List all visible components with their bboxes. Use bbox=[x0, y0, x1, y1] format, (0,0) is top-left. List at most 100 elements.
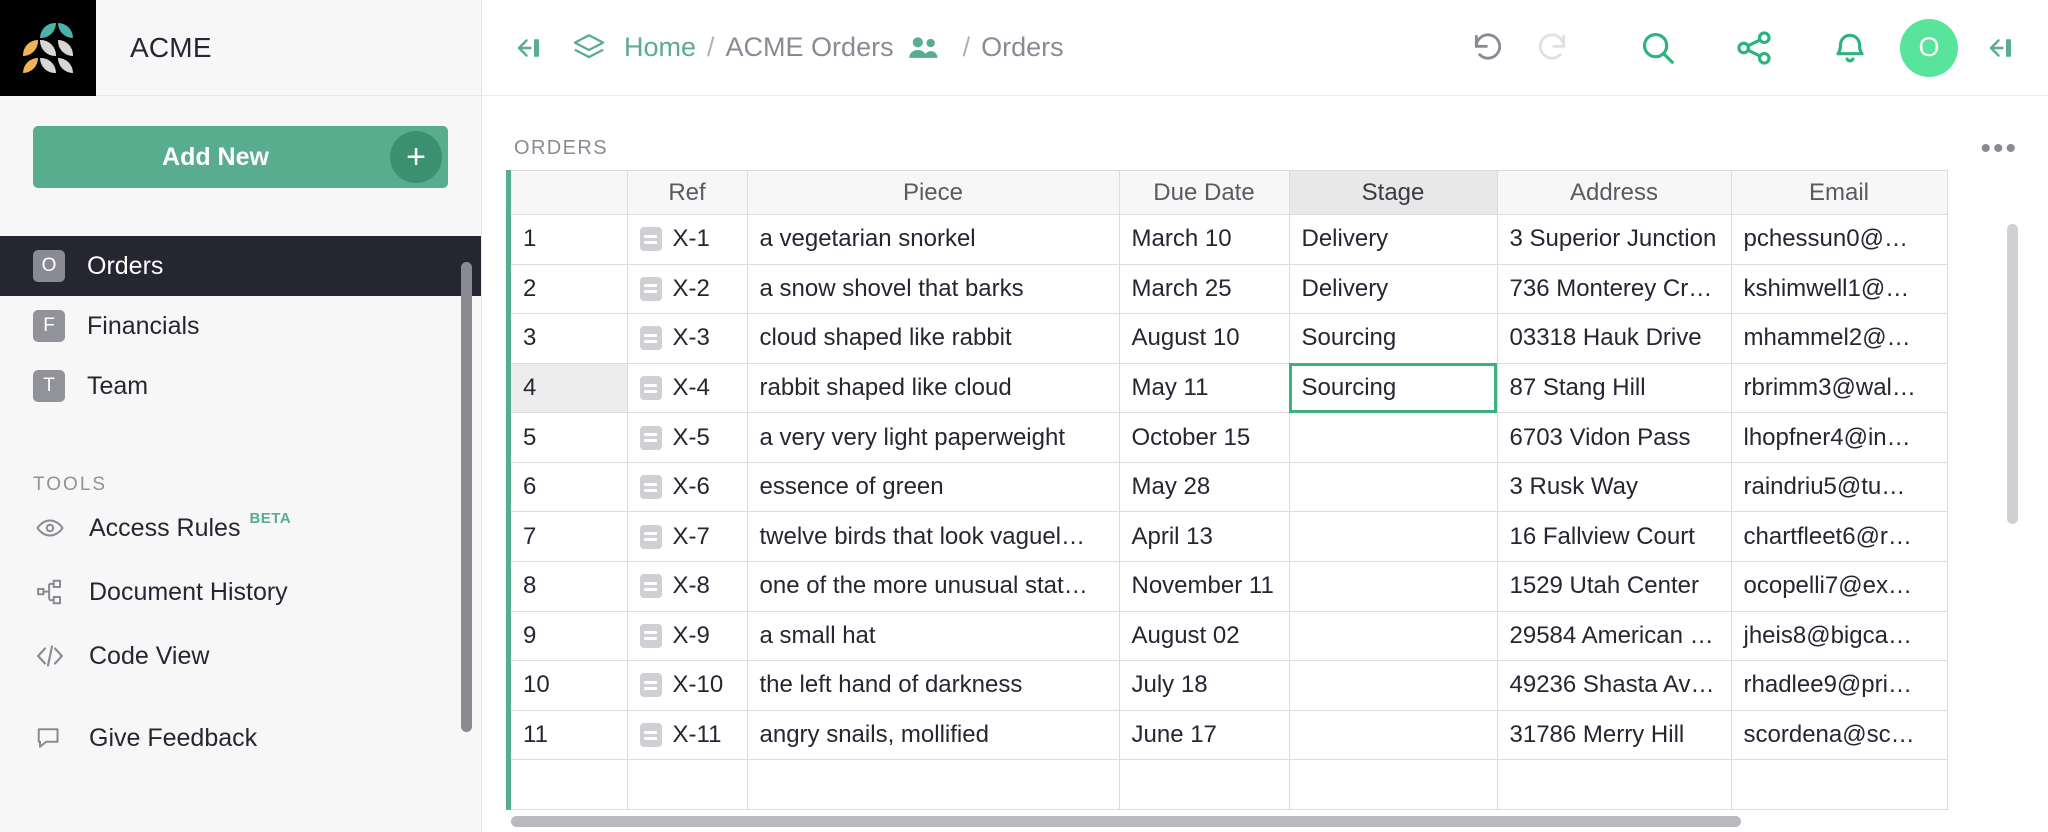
ellipsis-icon[interactable]: ••• bbox=[1980, 138, 2018, 159]
cell-stage[interactable]: Delivery bbox=[1289, 264, 1497, 314]
cell-due-date[interactable]: October 15 bbox=[1119, 413, 1289, 463]
cell-email[interactable] bbox=[1731, 760, 1947, 810]
cell-ref[interactable]: X-2 bbox=[627, 264, 747, 314]
search-button[interactable] bbox=[1626, 16, 1690, 80]
row-number[interactable]: 4 bbox=[511, 363, 627, 413]
people-icon[interactable] bbox=[908, 35, 940, 61]
cell-ref[interactable]: X-1 bbox=[627, 215, 747, 265]
cell-stage[interactable]: Delivery bbox=[1289, 215, 1497, 265]
cell-piece[interactable]: a vegetarian snorkel bbox=[747, 215, 1119, 265]
cell-address[interactable]: 3 Rusk Way bbox=[1497, 462, 1731, 512]
sidebar-item-document-history[interactable]: Document History bbox=[0, 560, 481, 624]
table-row[interactable]: 2 X-2 a snow shovel that barks March 25 … bbox=[511, 264, 1947, 314]
grid-scroller[interactable]: Ref Piece Due Date Stage Address Email 1 bbox=[506, 170, 2024, 810]
cell-address[interactable] bbox=[1497, 760, 1731, 810]
cell-ref[interactable]: X-9 bbox=[627, 611, 747, 661]
cell-due-date[interactable]: June 17 bbox=[1119, 710, 1289, 760]
cell-due-date[interactable]: November 11 bbox=[1119, 562, 1289, 612]
cell-email[interactable]: ocopelli7@ex… bbox=[1731, 562, 1947, 612]
notifications-button[interactable] bbox=[1818, 16, 1882, 80]
breadcrumb-workspace[interactable]: ACME Orders bbox=[726, 32, 894, 63]
row-number[interactable]: 11 bbox=[511, 710, 627, 760]
cell-ref[interactable]: X-8 bbox=[627, 562, 747, 612]
grid-horizontal-scrollbar[interactable] bbox=[511, 810, 2024, 832]
column-header-due-date[interactable]: Due Date bbox=[1119, 171, 1289, 215]
sidebar-item-give-feedback[interactable]: Give Feedback bbox=[0, 706, 481, 770]
cell-email[interactable]: pchessun0@… bbox=[1731, 215, 1947, 265]
org-name[interactable]: ACME bbox=[96, 0, 481, 95]
cell-stage[interactable] bbox=[1289, 562, 1497, 612]
cell-email[interactable]: chartfleet6@r… bbox=[1731, 512, 1947, 562]
cell-email[interactable]: rbrimm3@wal… bbox=[1731, 363, 1947, 413]
row-number[interactable]: 9 bbox=[511, 611, 627, 661]
breadcrumb-current-page[interactable]: Orders bbox=[981, 32, 1064, 63]
cell-ref[interactable]: X-6 bbox=[627, 462, 747, 512]
cell-address[interactable]: 29584 American … bbox=[1497, 611, 1731, 661]
cell-ref[interactable]: X-3 bbox=[627, 314, 747, 364]
cell-address[interactable]: 736 Monterey Cr… bbox=[1497, 264, 1731, 314]
cell-address[interactable]: 1529 Utah Center bbox=[1497, 562, 1731, 612]
cell-due-date[interactable]: April 13 bbox=[1119, 512, 1289, 562]
table-row[interactable]: 10 X-10 the left hand of darkness July 1… bbox=[511, 661, 1947, 711]
cell-ref[interactable]: X-5 bbox=[627, 413, 747, 463]
table-row[interactable]: 7 X-7 twelve birds that look vaguel… Apr… bbox=[511, 512, 1947, 562]
cell-ref[interactable]: X-4 bbox=[627, 363, 747, 413]
undo-button[interactable] bbox=[1456, 16, 1520, 80]
cell-ref[interactable]: X-11 bbox=[627, 710, 747, 760]
cell-due-date[interactable]: July 18 bbox=[1119, 661, 1289, 711]
cell-address[interactable]: 49236 Shasta Av… bbox=[1497, 661, 1731, 711]
cell-email[interactable]: raindriu5@tu… bbox=[1731, 462, 1947, 512]
cell-stage[interactable] bbox=[1289, 512, 1497, 562]
cell-stage-selected[interactable]: Sourcing bbox=[1289, 363, 1497, 413]
cell-due-date[interactable]: May 11 bbox=[1119, 363, 1289, 413]
cell-address[interactable]: 3 Superior Junction bbox=[1497, 215, 1731, 265]
sidebar-item-code-view[interactable]: Code View bbox=[0, 624, 481, 688]
cell-address[interactable]: 03318 Hauk Drive bbox=[1497, 314, 1731, 364]
table-row[interactable]: 3 X-3 cloud shaped like rabbit August 10… bbox=[511, 314, 1947, 364]
cell-due-date[interactable]: March 25 bbox=[1119, 264, 1289, 314]
column-header-piece[interactable]: Piece bbox=[747, 171, 1119, 215]
cell-email[interactable]: mhammel2@… bbox=[1731, 314, 1947, 364]
cell-piece[interactable]: angry snails, mollified bbox=[747, 710, 1119, 760]
cell-piece[interactable]: cloud shaped like rabbit bbox=[747, 314, 1119, 364]
cell-stage[interactable] bbox=[1289, 413, 1497, 463]
row-number[interactable]: 1 bbox=[511, 215, 627, 265]
cell-due-date[interactable]: May 28 bbox=[1119, 462, 1289, 512]
cell-ref[interactable]: X-7 bbox=[627, 512, 747, 562]
row-number[interactable]: 2 bbox=[511, 264, 627, 314]
cell-piece[interactable]: rabbit shaped like cloud bbox=[747, 363, 1119, 413]
cell-piece[interactable]: the left hand of darkness bbox=[747, 661, 1119, 711]
cell-email[interactable]: lhopfner4@in… bbox=[1731, 413, 1947, 463]
cell-email[interactable]: rhadlee9@pri… bbox=[1731, 661, 1947, 711]
column-header-email[interactable]: Email bbox=[1731, 171, 1947, 215]
table-row[interactable]: 8 X-8 one of the more unusual stat… Nove… bbox=[511, 562, 1947, 612]
row-number[interactable]: 5 bbox=[511, 413, 627, 463]
cell-stage[interactable]: Sourcing bbox=[1289, 314, 1497, 364]
column-header-stage[interactable]: Stage bbox=[1289, 171, 1497, 215]
cell-stage[interactable] bbox=[1289, 462, 1497, 512]
row-number[interactable]: 8 bbox=[511, 562, 627, 612]
cell-address[interactable]: 6703 Vidon Pass bbox=[1497, 413, 1731, 463]
add-new-button[interactable]: Add New + bbox=[33, 126, 448, 188]
cell-email[interactable]: jheis8@bigca… bbox=[1731, 611, 1947, 661]
cell-piece[interactable]: a small hat bbox=[747, 611, 1119, 661]
sidebar-item-financials[interactable]: F Financials bbox=[0, 296, 481, 356]
cell-ref[interactable]: X-10 bbox=[627, 661, 747, 711]
row-number[interactable] bbox=[511, 760, 627, 810]
cell-piece[interactable]: twelve birds that look vaguel… bbox=[747, 512, 1119, 562]
cell-email[interactable]: scordena@sc… bbox=[1731, 710, 1947, 760]
column-header-ref[interactable]: Ref bbox=[627, 171, 747, 215]
cell-email[interactable]: kshimwell1@… bbox=[1731, 264, 1947, 314]
cell-due-date[interactable]: August 10 bbox=[1119, 314, 1289, 364]
grist-logo[interactable] bbox=[0, 0, 96, 96]
row-number[interactable]: 10 bbox=[511, 661, 627, 711]
redo-button[interactable] bbox=[1520, 16, 1584, 80]
row-number[interactable]: 3 bbox=[511, 314, 627, 364]
cell-stage[interactable] bbox=[1289, 710, 1497, 760]
table-row[interactable]: 5 X-5 a very very light paperweight Octo… bbox=[511, 413, 1947, 463]
cell-address[interactable]: 31786 Merry Hill bbox=[1497, 710, 1731, 760]
cell-ref[interactable] bbox=[627, 760, 747, 810]
cell-due-date[interactable]: August 02 bbox=[1119, 611, 1289, 661]
share-button[interactable] bbox=[1722, 16, 1786, 80]
cell-stage[interactable] bbox=[1289, 760, 1497, 810]
